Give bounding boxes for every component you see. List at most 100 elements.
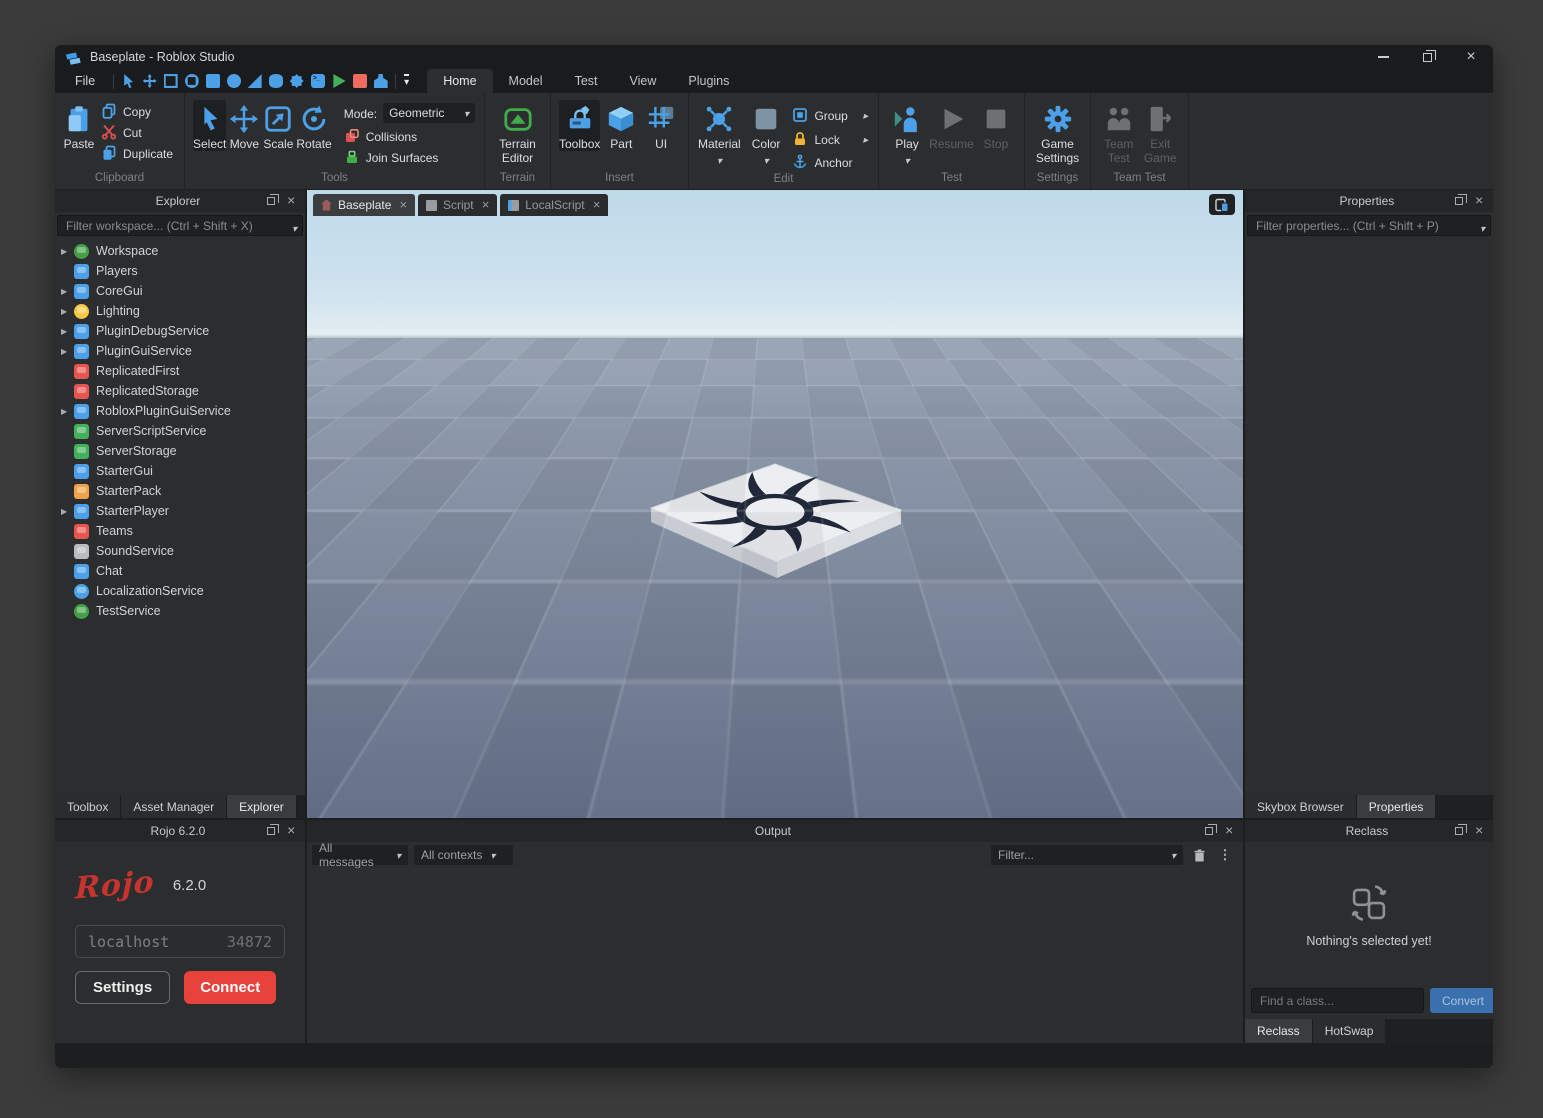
- rojo-host-input[interactable]: localhost 34872: [75, 925, 285, 958]
- find-class-input[interactable]: [1251, 988, 1424, 1013]
- dock-tab[interactable]: Skybox Browser: [1245, 795, 1357, 818]
- dock-tab[interactable]: Reclass: [1245, 1019, 1313, 1043]
- tree-item[interactable]: ReplicatedFirst: [55, 361, 305, 381]
- float-panel-icon[interactable]: [267, 197, 275, 205]
- tree-item[interactable]: Players: [55, 261, 305, 281]
- quick-access-overflow-icon[interactable]: [400, 74, 417, 93]
- close-panel-icon[interactable]: [1225, 822, 1233, 840]
- document-tab[interactable]: LocalScript: [500, 194, 608, 216]
- command-bar-icon[interactable]: [307, 69, 328, 93]
- float-panel-icon[interactable]: [1455, 197, 1463, 205]
- minimize-button[interactable]: [1361, 45, 1405, 69]
- expand-arrow-icon[interactable]: [61, 247, 74, 256]
- file-menu[interactable]: File: [55, 70, 109, 93]
- explorer-filter-input[interactable]: [57, 215, 303, 236]
- expand-arrow-icon[interactable]: [61, 287, 74, 296]
- material-button[interactable]: Material: [697, 100, 742, 169]
- rojo-connect-button[interactable]: Connect: [184, 971, 276, 1004]
- tree-item[interactable]: TestService: [55, 601, 305, 621]
- duplicate-button[interactable]: Duplicate: [97, 144, 177, 162]
- document-tab[interactable]: Script: [418, 194, 497, 216]
- paste-button[interactable]: Paste: [63, 100, 95, 151]
- resume-button[interactable]: Resume: [929, 100, 974, 151]
- chevron-down-icon[interactable]: [764, 151, 769, 169]
- output-options-button[interactable]: [1215, 845, 1235, 865]
- terrain-editor-button[interactable]: Terrain Editor: [493, 100, 542, 165]
- float-panel-icon[interactable]: [1205, 827, 1213, 835]
- toolbox-button[interactable]: Toolbox: [559, 100, 600, 151]
- close-button[interactable]: [1449, 45, 1493, 69]
- cut-button[interactable]: Cut: [97, 123, 177, 141]
- play-button[interactable]: Play: [887, 100, 927, 169]
- game-settings-button[interactable]: Game Settings: [1033, 100, 1082, 165]
- dock-tab[interactable]: Toolbox: [55, 795, 121, 818]
- tree-item[interactable]: RobloxPluginGuiService: [55, 401, 305, 421]
- tree-item[interactable]: Workspace: [55, 241, 305, 261]
- tree-item[interactable]: Chat: [55, 561, 305, 581]
- chevron-right-icon[interactable]: [863, 130, 868, 148]
- part-button[interactable]: Part: [602, 100, 640, 151]
- tree-item[interactable]: ReplicatedStorage: [55, 381, 305, 401]
- tree-item[interactable]: PluginDebugService: [55, 321, 305, 341]
- tree-item[interactable]: ServerStorage: [55, 441, 305, 461]
- float-panel-icon[interactable]: [1455, 827, 1463, 835]
- cylinder-icon[interactable]: [265, 69, 286, 93]
- document-tab[interactable]: Baseplate: [313, 194, 415, 216]
- sphere-icon[interactable]: [223, 69, 244, 93]
- stop-icon[interactable]: [349, 69, 370, 93]
- join-surfaces-button[interactable]: Join Surfaces: [340, 148, 479, 166]
- rotate-tool-icon[interactable]: [181, 69, 202, 93]
- color-button[interactable]: Color: [744, 100, 789, 169]
- tree-item[interactable]: ServerScriptService: [55, 421, 305, 441]
- close-tab-icon[interactable]: [482, 196, 490, 214]
- float-panel-icon[interactable]: [267, 827, 275, 835]
- contexts-filter-dropdown[interactable]: All contexts: [414, 845, 513, 865]
- close-panel-icon[interactable]: [287, 822, 295, 840]
- output-log-area[interactable]: [307, 868, 1243, 1043]
- exit-game-button[interactable]: Exit Game: [1141, 100, 1181, 165]
- wedge-icon[interactable]: [244, 69, 265, 93]
- studio-settings-icon[interactable]: [286, 69, 307, 93]
- move-button[interactable]: Move: [228, 100, 260, 151]
- rotate-button[interactable]: Rotate: [296, 100, 331, 151]
- ribbon-tab[interactable]: Plugins: [672, 69, 745, 93]
- stop-button[interactable]: Stop: [976, 100, 1016, 151]
- group-button[interactable]: Group: [790, 106, 870, 124]
- dock-tab[interactable]: HotSwap: [1313, 1019, 1387, 1043]
- spawn-location-platform[interactable]: [643, 456, 907, 606]
- convert-button[interactable]: Convert: [1430, 988, 1493, 1013]
- run-play-icon[interactable]: [328, 69, 349, 93]
- rojo-settings-button[interactable]: Settings: [75, 971, 170, 1004]
- play-here-icon[interactable]: [370, 69, 391, 93]
- tree-item[interactable]: PluginGuiService: [55, 341, 305, 361]
- chevron-down-icon[interactable]: [1480, 219, 1485, 237]
- lock-button[interactable]: Lock: [790, 130, 870, 148]
- chevron-down-icon[interactable]: [905, 151, 910, 169]
- select-button[interactable]: Select: [193, 100, 226, 151]
- collisions-button[interactable]: Collisions: [340, 127, 479, 145]
- dock-tab[interactable]: Asset Manager: [121, 795, 227, 818]
- tree-item[interactable]: Lighting: [55, 301, 305, 321]
- ui-button[interactable]: UI: [642, 100, 680, 151]
- move-tool-icon[interactable]: [139, 69, 160, 93]
- scale-button[interactable]: Scale: [262, 100, 294, 151]
- device-emulator-button[interactable]: [1209, 194, 1235, 215]
- properties-filter-input[interactable]: [1247, 215, 1491, 236]
- expand-arrow-icon[interactable]: [61, 407, 74, 416]
- tree-item[interactable]: CoreGui: [55, 281, 305, 301]
- chevron-right-icon[interactable]: [863, 106, 868, 124]
- ribbon-tab[interactable]: View: [614, 69, 673, 93]
- select-tool-icon[interactable]: [118, 69, 139, 93]
- mode-dropdown[interactable]: Geometric: [383, 103, 475, 123]
- close-panel-icon[interactable]: [287, 192, 295, 210]
- expand-arrow-icon[interactable]: [61, 327, 74, 336]
- output-filter-dropdown[interactable]: Filter...: [991, 845, 1183, 865]
- tree-item[interactable]: StarterPack: [55, 481, 305, 501]
- expand-arrow-icon[interactable]: [61, 307, 74, 316]
- tree-item[interactable]: StarterGui: [55, 461, 305, 481]
- anchor-button[interactable]: Anchor: [790, 154, 870, 170]
- dock-tab[interactable]: Properties: [1357, 795, 1437, 818]
- copy-button[interactable]: Copy: [97, 102, 177, 120]
- expand-arrow-icon[interactable]: [61, 347, 74, 356]
- close-tab-icon[interactable]: [593, 196, 601, 214]
